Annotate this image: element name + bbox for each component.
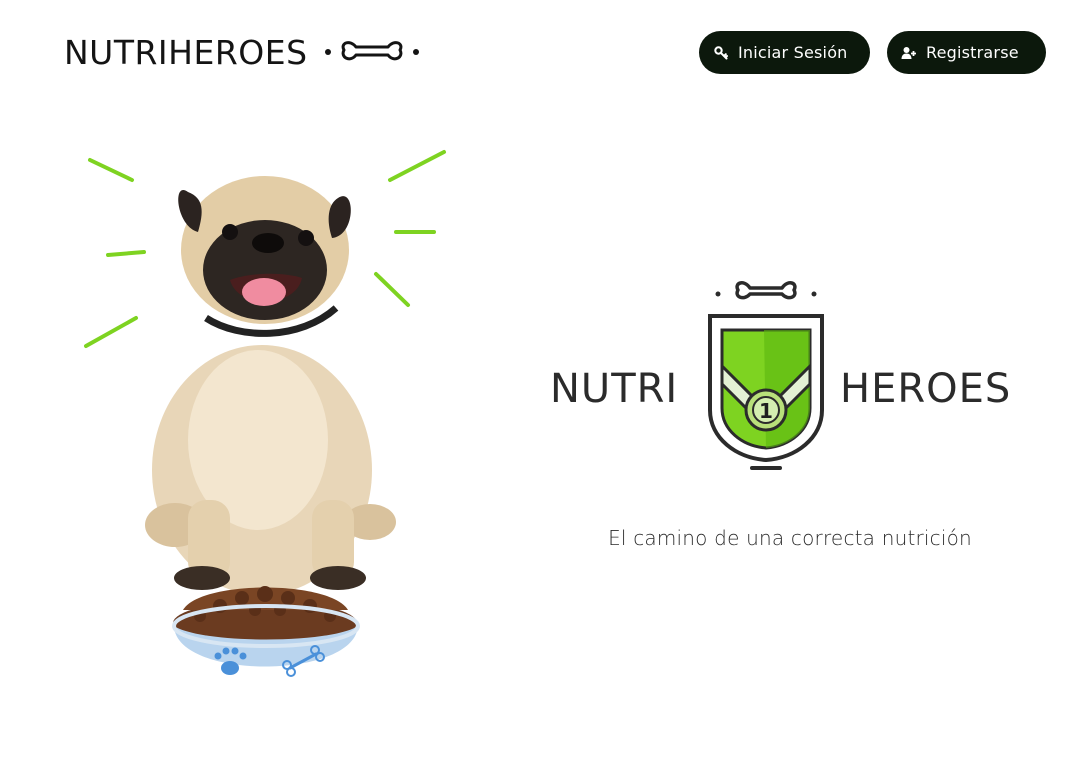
bone-icon bbox=[322, 35, 422, 69]
tagline: El camino de una correcta nutrición bbox=[608, 526, 972, 550]
brand-logo[interactable]: NUTRIHEROES bbox=[64, 30, 422, 74]
login-button[interactable]: Iniciar Sesión bbox=[699, 31, 870, 74]
user-plus-icon bbox=[901, 45, 916, 60]
header-nav: Iniciar Sesión Registrarse bbox=[699, 31, 1046, 74]
medal-shield-icon: 1 bbox=[704, 270, 828, 479]
logo-word-heroes: HEROES bbox=[840, 366, 1012, 412]
hero-pug-image bbox=[80, 140, 460, 720]
register-label: Registrarse bbox=[926, 43, 1019, 62]
brand-title: NUTRIHEROES bbox=[64, 32, 308, 72]
login-label: Iniciar Sesión bbox=[738, 43, 848, 62]
logo-word-nutri: NUTRI bbox=[550, 366, 679, 412]
nutriheroes-logo: NUTRI 1 HEROES bbox=[548, 270, 1030, 480]
register-button[interactable]: Registrarse bbox=[887, 31, 1046, 74]
medal-number: 1 bbox=[759, 399, 773, 423]
key-icon bbox=[713, 45, 728, 60]
